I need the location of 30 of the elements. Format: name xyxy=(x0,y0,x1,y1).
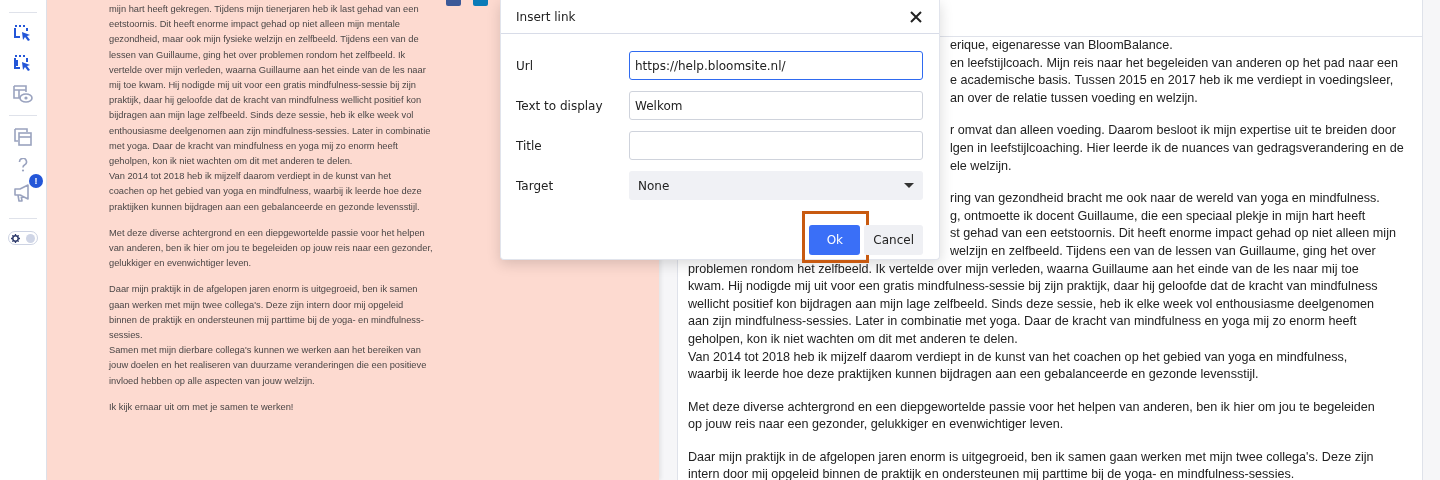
paragraph: Daar mijn praktijk in de afgelopen jaren enorm is uitgegroeid, ben ik samen gaan werken met mijn twee collega's. Deze zijn intern door mij opgeleid binnen de praktijk en ondersteunen mij parttime bij de yoga- en mindfulness- sessies. Samen met mijn dierbare collega's kunnen we werken aan het bereiken van jouw doelen en het realiseren van duurzame veranderingen die een positieve invloed hebben op alle aspecten van jouw welzijn. xyxy=(109,283,427,388)
paragraph: problemen rondom het zelfbeeld. Ik vertelde over mijn verleden, waarna Guillaume aan het einde van de les naar mij toe kwam. Hij nodigde mij uit voor een gratis mindfulness-sessie bij zijn praktijk, daar hij geloofde dat de kracht van mindfulness wellicht positief kon bijdragen aan mijn lage zelfbeeld. Sinds deze sessie, heb ik elke week vol enthousiasme deelgenomen aan zijn mindfulness-sessies. Later in combinatie met yoga. Daar de kracht van mindfulness en yoga mij zo enorm heeft geholpen, kon ik niet wachten om dit met anderen te delen. Van 2014 tot 2018 heb ik mijzelf daarom verdiept in de kunst van het coachen op het gebied van yoga en mindfulness, waarbij ik leerde hoe deze praktijken kunnen bijdragen aan een gebalanceerde en gezonde levensstijl. xyxy=(688,260,1378,384)
close-icon[interactable] xyxy=(910,10,922,23)
target-dropdown[interactable]: None xyxy=(629,171,923,200)
input-field[interactable] xyxy=(629,131,923,160)
paragraph-fragment: r omvat dan alleen voeding. Daarom besloot ik mijn expertise uit te breiden door lgen in leefstijlcoaching. Hier leerde ik de nuances van gedragsverandering en de ele welzijn. xyxy=(950,122,1404,175)
caret-icon xyxy=(904,183,914,188)
notification-badge: ! xyxy=(29,174,43,188)
input-field[interactable]: https://help.bloomsite.nl/ xyxy=(629,51,923,80)
paragraph: Ik kijk ernaar uit om met je samen te werken! xyxy=(109,400,294,414)
layout-eye-icon[interactable] xyxy=(13,85,33,103)
field-label: Url xyxy=(516,58,535,73)
ok-button[interactable]: Ok xyxy=(809,225,861,255)
paragraph-fragment: erique, eigenaresse van BloomBalance. en leefstijlcoach. Mijn reis naar het begeleiden van anderen op het pad naar een e academische basis. Tussen 2015 en 2017 heb ik me verdiept in voedingsleer, an over de relatie tussen voeding en welzijn. xyxy=(950,37,1399,107)
field-label: Title xyxy=(516,138,543,153)
input-field[interactable]: Welkom xyxy=(629,91,923,120)
paragraph: Met deze diverse achtergrond en een diepgewortelde passie voor het helpen van anderen, ben ik hier om jou te begeleiden op jouw reis naar een gezonder, gelukkiger en evenwichtiger leven. xyxy=(688,398,1375,434)
help-icon[interactable] xyxy=(18,158,28,172)
dialog-title: Insert link xyxy=(516,9,576,24)
paragraph-fragment: ring van gezondheid bracht me ook naar de wereld van yoga en mindfulness. g, ontmoette ik docent Guillaume, die een speciaal plekje in mijn hart heeft st gehad van een eetstoornis. Dit heeft enorme impact gehad op niet alleen mijn welzijn en zelfbeeld. Tijdens een van de lessen van Guillaume, ging het over xyxy=(950,190,1396,260)
cancel-button[interactable]: Cancel xyxy=(864,225,923,255)
field-label: Text to display xyxy=(516,98,604,113)
theme-toggle[interactable] xyxy=(8,231,38,245)
cursor-selection-icon[interactable] xyxy=(14,25,32,43)
paragraph: Met deze diverse achtergrond en een diepgewortelde passie voor het helpen van anderen, ben ik hier om jou te begeleiden op jouw reis naar een gezonder, gelukkiger en evenwichtiger leven. xyxy=(109,226,433,271)
stacked-windows-icon[interactable] xyxy=(14,128,32,146)
gear-icon xyxy=(11,233,20,243)
cursor-selection-icon[interactable] xyxy=(14,55,32,73)
paragraph: mijn hart heeft gekregen. Tijdens mijn tienerjaren heb ik last gehad van een eetstoornis. Dit heeft enorme impact gehad op niet alleen mijn mentale gezondheid, maar ook mijn fysieke welzijn en zelfbeeld. Tijdens een van de lessen van Guillaume, ging het over problemen rondom het zelfbeeld. Ik vertelde over mijn verleden, waarna Guillaume aan het einde van de les naar mij toe kwam. Hij nodigde mij uit voor een gratis mindfulness-sessie bij zijn praktijk, daar hij geloofde dat de kracht van mindfulness wellicht positief kon bijdragen aan mijn lage zelfbeeld. Sinds deze sessie, heb ik elke week vol enthousiasme deelgenomen aan zijn mindfulness-sessies. Later in combinatie met yoga. Daar de kracht van mindfulness en yoga mij zo enorm heeft geholpen, kon ik niet wachten om dit met anderen te delen. Van 2014 tot 2018 heb ik mijzelf daarom verdiept in de kunst van het coachen op het gebied van yoga en mindfulness, waarbij ik leerde hoe deze praktijken kunnen bijdragen aan een gebalanceerde en gezonde levensstijl. xyxy=(109,3,431,214)
field-label: Target xyxy=(516,178,555,193)
